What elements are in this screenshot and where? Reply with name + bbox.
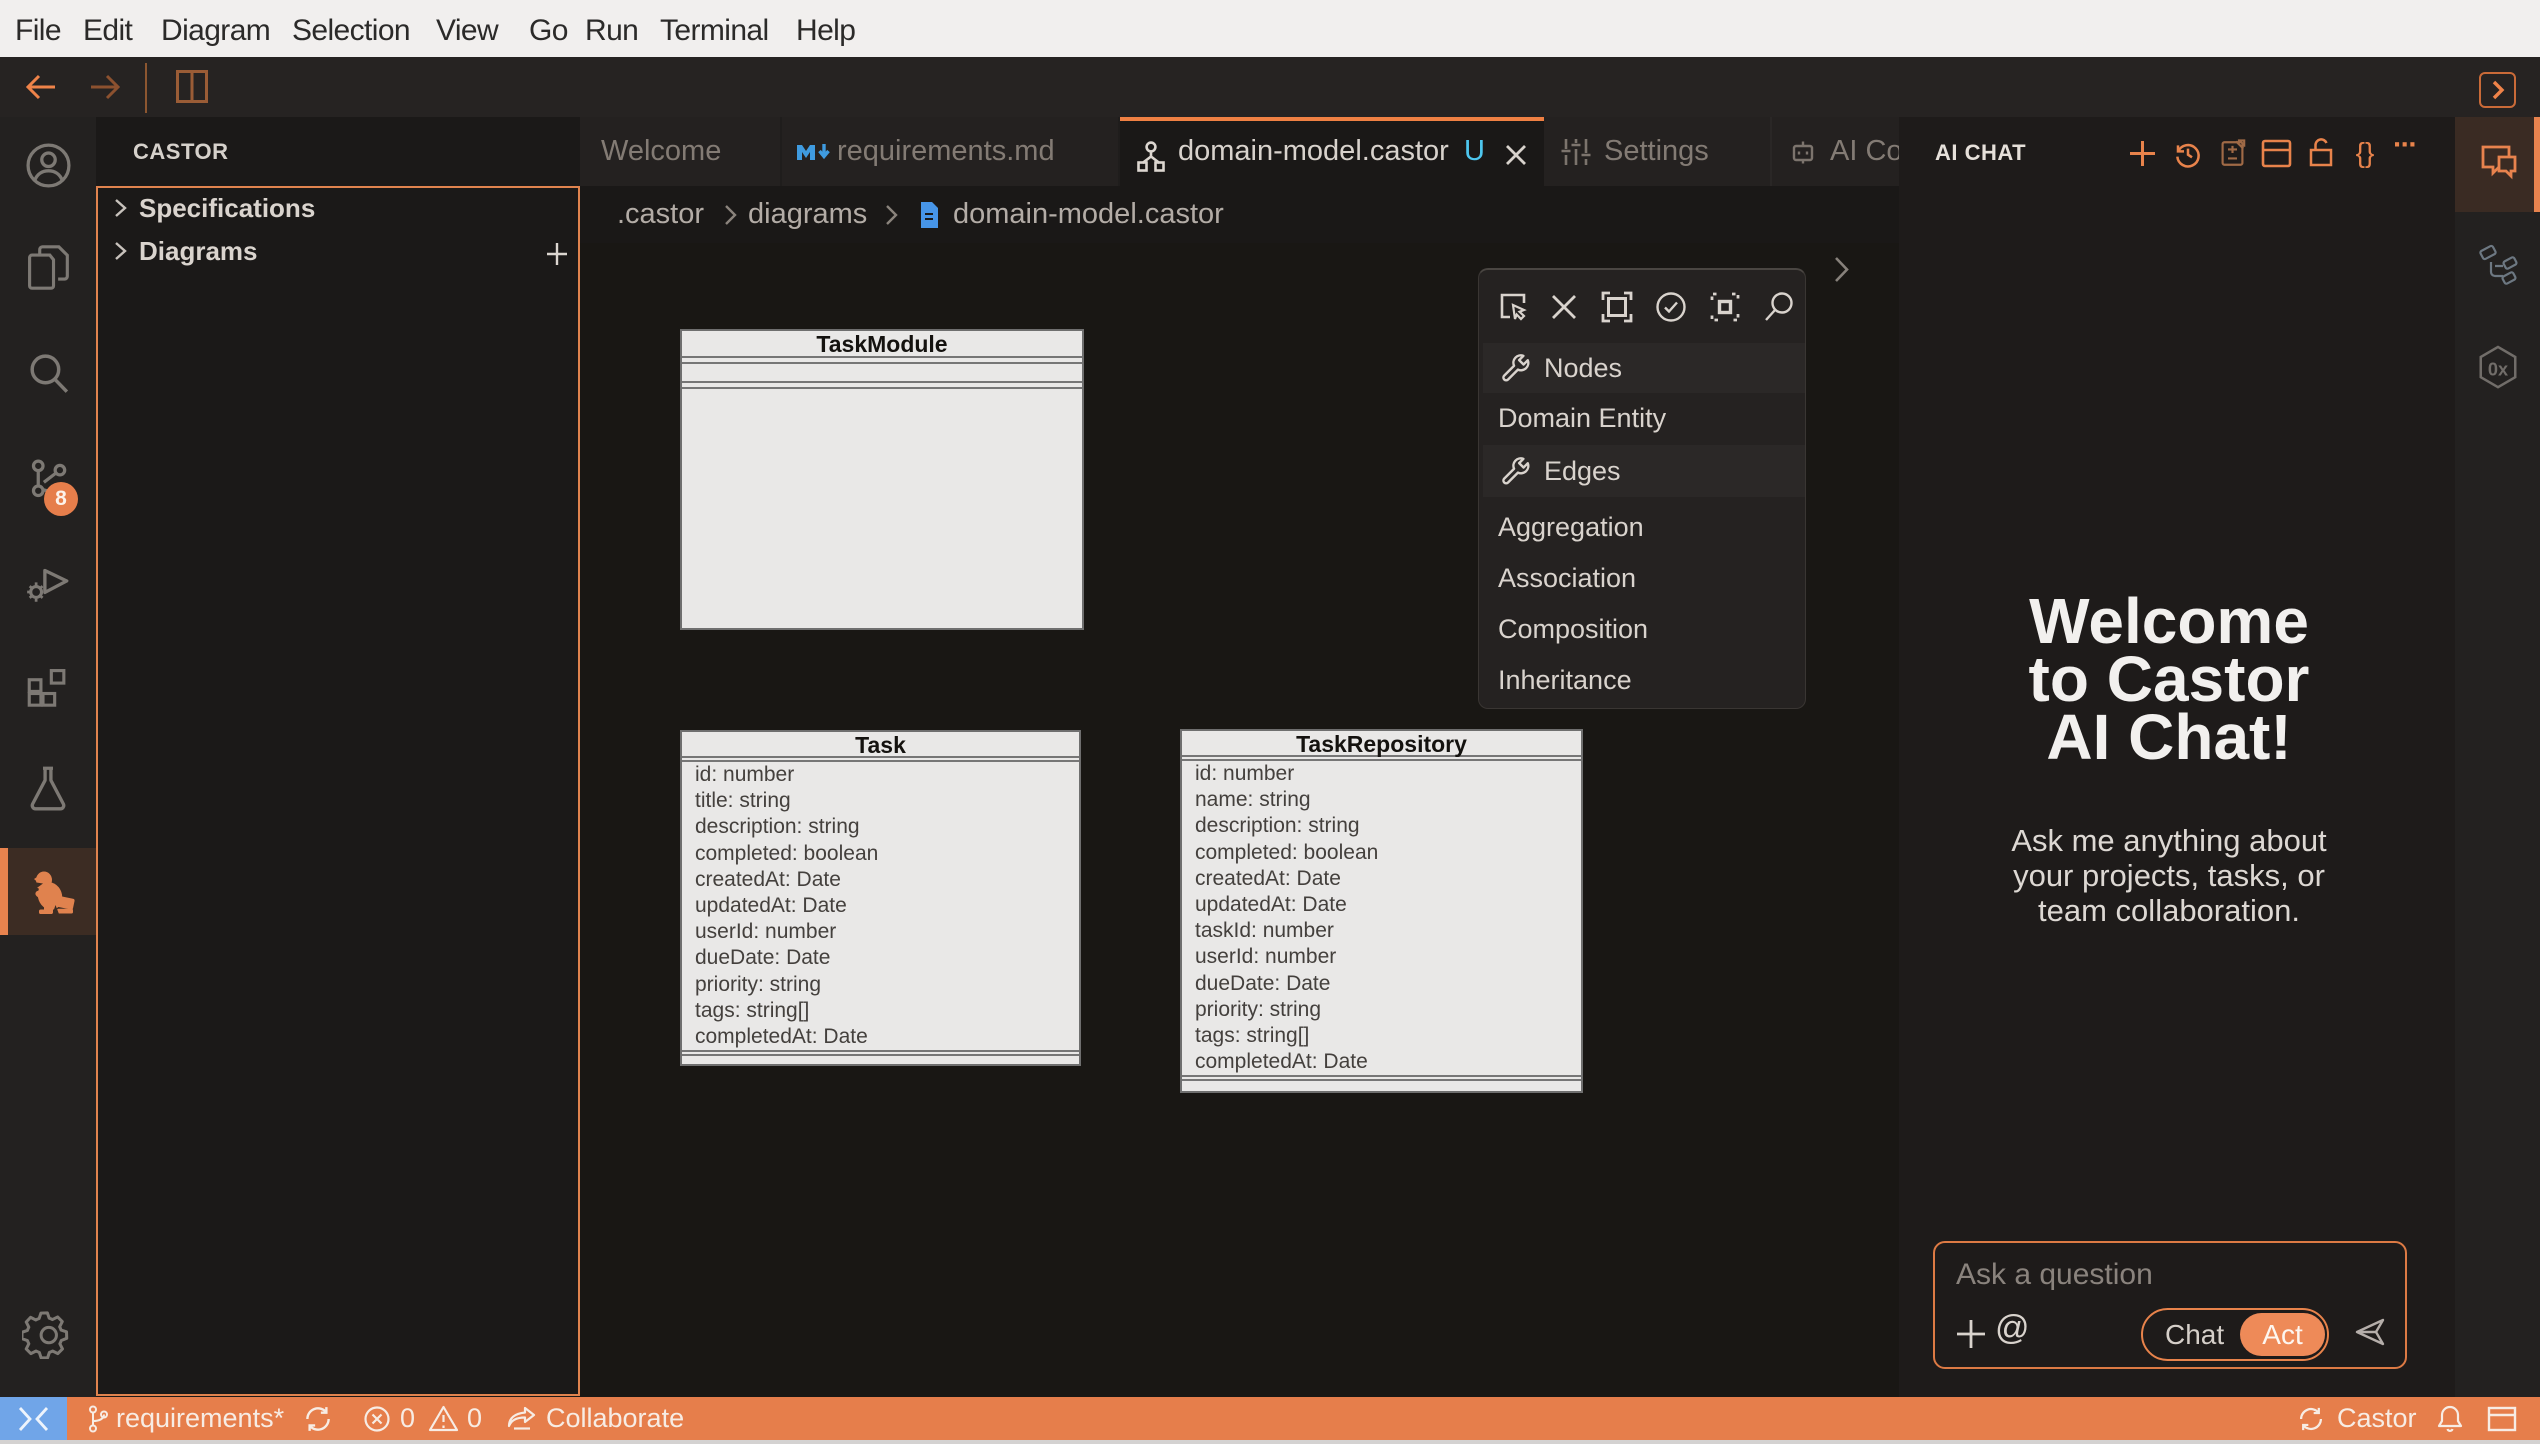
svg-text:0x: 0x	[2488, 360, 2508, 380]
